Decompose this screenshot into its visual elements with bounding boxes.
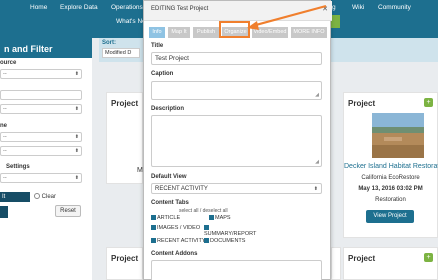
checkbox-checked-icon — [204, 238, 209, 243]
filter-select-3-value: -- — [3, 134, 7, 140]
sort-label: Sort: — [102, 40, 116, 46]
caption-textarea[interactable]: ◢ — [151, 81, 322, 100]
settings-label: Settings — [6, 164, 30, 170]
project-card: Project M — [106, 92, 143, 184]
checkbox-label: IMAGES / VIDEO — [157, 225, 201, 231]
nav-wiki[interactable]: Wiki — [352, 4, 364, 11]
checkbox-article[interactable]: ARTICLE — [151, 215, 180, 221]
organize-tab-highlight — [219, 21, 250, 38]
filter-apply-bar[interactable]: It — [0, 192, 30, 202]
settings-select[interactable]: -- ⬍ — [0, 173, 82, 183]
reset-button[interactable]: Reset — [55, 205, 81, 217]
chevron-updown-icon: ⬍ — [313, 186, 318, 192]
filter-select-4-value: -- — [3, 148, 7, 154]
project-date: May 13, 2016 03:02 PM — [358, 186, 423, 192]
checkbox-label: DOCUMENTS — [210, 238, 246, 244]
project-org: California EcoRestore — [361, 175, 420, 181]
chevron-updown-icon: ⬍ — [74, 148, 79, 154]
project-card: Project — [106, 247, 143, 280]
chevron-updown-icon: ⬍ — [74, 134, 79, 140]
card-title: Project — [111, 99, 139, 108]
checkbox-label: MAPS — [215, 215, 231, 221]
content-addons-label: Content Addons — [151, 251, 198, 257]
add-icon[interactable]: + — [424, 98, 433, 107]
checkbox-checked-icon — [151, 238, 156, 243]
view-project-button[interactable]: View Project — [366, 210, 414, 223]
project-name-link[interactable]: Decker Island Habitat Restorati — [344, 163, 438, 170]
nav-home[interactable]: Home — [30, 4, 47, 11]
modal-title: EDITING Test Project — [151, 6, 209, 12]
checkbox-label: ARTICLE — [157, 215, 181, 221]
tab-publish[interactable]: Publish — [193, 27, 219, 38]
checkbox-images-video[interactable]: IMAGES / VIDEO — [151, 225, 200, 231]
content-addons-field[interactable] — [151, 260, 322, 280]
tab-info[interactable]: Info — [149, 27, 165, 38]
checkbox-label: SUMMARY/REPORT — [204, 231, 257, 237]
apply-label: It — [2, 194, 6, 200]
chevron-updown-icon: ⬍ — [74, 175, 79, 181]
title-input[interactable]: Test Project — [151, 52, 322, 65]
checkbox-label: RECENT ACTIVITY — [157, 238, 206, 244]
filter-select-2-value: -- — [3, 106, 7, 112]
source-select[interactable]: -- ⬍ — [0, 69, 82, 79]
card-title: Project — [348, 99, 376, 108]
checkbox-checked-icon — [209, 215, 214, 220]
source-select-value: -- — [3, 71, 7, 77]
close-icon[interactable]: ✕ — [322, 5, 328, 13]
nav-partial-item[interactable]: g — [332, 4, 336, 11]
default-view-label: Default View — [151, 174, 187, 180]
settings-select-value: -- — [3, 175, 7, 181]
add-icon[interactable]: + — [424, 253, 433, 262]
resize-handle-icon[interactable]: ◢ — [315, 159, 319, 165]
card-title: Project — [348, 254, 376, 263]
tab-more-info[interactable]: MORE INFO — [291, 27, 327, 38]
project-photo[interactable] — [372, 113, 424, 158]
chevron-updown-icon: ⬍ — [74, 71, 79, 77]
filter-select-2[interactable]: -- ⬍ — [0, 104, 82, 114]
checkbox-recent-activity[interactable]: RECENT ACTIVITY — [151, 238, 206, 244]
checkbox-summary-report[interactable]: SUMMARY/REPORT — [204, 225, 257, 237]
resize-handle-icon[interactable]: ◢ — [315, 92, 319, 98]
content-tabs-label: Content Tabs — [151, 200, 189, 206]
filter-header: n and Filter — [0, 38, 92, 58]
modal-titlebar[interactable]: EDITING Test Project ✕ — [144, 1, 332, 21]
filter-input[interactable] — [0, 90, 82, 100]
edit-project-modal: EDITING Test Project ✕ Info Map It Publi… — [143, 0, 332, 280]
nav-operations[interactable]: Operations — [111, 4, 143, 11]
sort-select[interactable]: Modified D — [102, 48, 140, 58]
project-card: Project + — [343, 247, 438, 280]
caption-label: Caption — [151, 71, 174, 77]
chevron-updown-icon: ⬍ — [74, 106, 79, 112]
project-card-partial — [331, 247, 341, 280]
clear-option[interactable]: Clear — [34, 193, 56, 200]
filter-select-3[interactable]: -- ⬍ — [0, 132, 82, 142]
checkbox-checked-icon — [151, 215, 156, 220]
filter-panel: ource -- ⬍ -- ⬍ ne -- ⬍ -- ⬍ Settings --… — [0, 58, 92, 280]
card-text: M — [137, 167, 143, 174]
filter-label-3: ne — [0, 123, 8, 129]
card-title: Project — [111, 254, 139, 263]
select-all-link[interactable]: select all / deselect all — [179, 208, 228, 214]
description-label: Description — [151, 106, 185, 112]
project-type: Restoration — [375, 197, 406, 203]
filter-submit-button[interactable] — [0, 206, 8, 218]
title-label: Title — [151, 43, 164, 49]
checkbox-maps[interactable]: MAPS — [209, 215, 231, 221]
description-textarea[interactable]: ◢ — [151, 115, 322, 167]
radio-icon — [34, 193, 40, 199]
nav-community[interactable]: Community — [378, 4, 411, 11]
source-label: ource — [0, 60, 17, 66]
tab-map-it[interactable]: Map It — [168, 27, 190, 38]
filter-select-4[interactable]: -- ⬍ — [0, 146, 82, 156]
nav-explore-data[interactable]: Explore Data — [60, 4, 98, 11]
default-view-value: RECENT ACTIVITY — [155, 186, 208, 192]
default-view-select[interactable]: RECENT ACTIVITY ⬍ — [151, 183, 322, 194]
clear-label: Clear — [41, 194, 57, 200]
checkbox-checked-icon — [204, 225, 209, 230]
checkbox-documents[interactable]: DOCUMENTS — [204, 238, 245, 244]
checkbox-checked-icon — [151, 225, 156, 230]
tab-video-embed[interactable]: Video/Embed — [252, 27, 288, 38]
project-card-featured: Project + Decker Island Habitat Restorat… — [343, 92, 438, 238]
